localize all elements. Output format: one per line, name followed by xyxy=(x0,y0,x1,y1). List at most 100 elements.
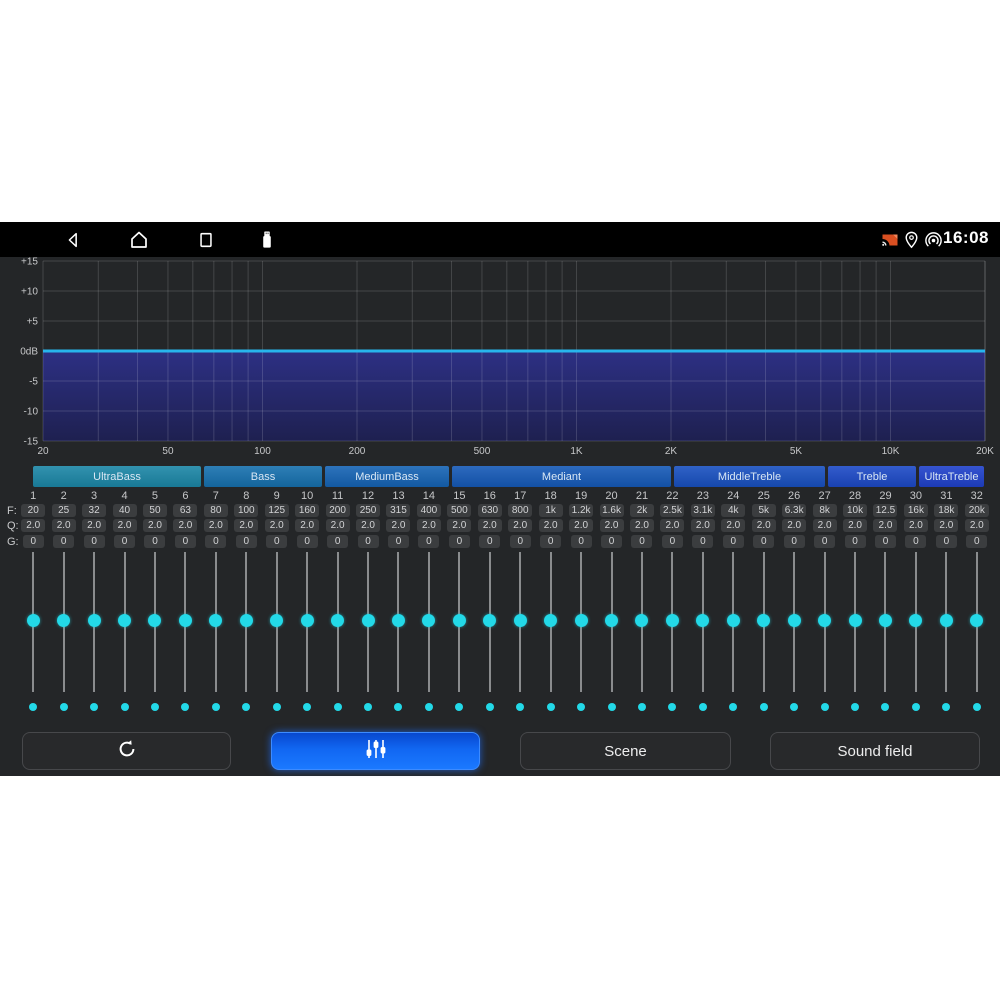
q-value-chip[interactable]: 2.0 xyxy=(965,519,989,532)
gain-value-chip[interactable]: 0 xyxy=(936,535,957,548)
slider-thumb[interactable] xyxy=(301,614,314,627)
q-value-chip[interactable]: 2.0 xyxy=(782,519,806,532)
channel-dot[interactable] xyxy=(608,703,616,711)
channel-dot[interactable] xyxy=(851,703,859,711)
q-value-chip[interactable]: 2.0 xyxy=(691,519,715,532)
gain-value-chip[interactable]: 0 xyxy=(327,535,348,548)
q-value-chip[interactable]: 2.0 xyxy=(904,519,928,532)
band-segment-bass[interactable]: Bass xyxy=(204,466,322,487)
q-value-chip[interactable]: 2.0 xyxy=(447,519,471,532)
channel-dot[interactable] xyxy=(699,703,707,711)
gain-value-chip[interactable]: 0 xyxy=(449,535,470,548)
channel-dot[interactable] xyxy=(90,703,98,711)
q-value-chip[interactable]: 2.0 xyxy=(295,519,319,532)
freq-value-chip[interactable]: 6.3k xyxy=(782,504,806,517)
slider-thumb[interactable] xyxy=(270,614,283,627)
gain-slider[interactable] xyxy=(870,552,900,692)
slider-thumb[interactable] xyxy=(544,614,557,627)
channel-dot[interactable] xyxy=(121,703,129,711)
gain-value-chip[interactable]: 0 xyxy=(297,535,318,548)
gain-slider[interactable] xyxy=(383,552,413,692)
gain-slider[interactable] xyxy=(962,552,992,692)
channel-dot[interactable] xyxy=(912,703,920,711)
gain-slider[interactable] xyxy=(931,552,961,692)
channel-dot[interactable] xyxy=(790,703,798,711)
freq-value-chip[interactable]: 50 xyxy=(143,504,167,517)
gain-value-chip[interactable]: 0 xyxy=(388,535,409,548)
q-value-chip[interactable]: 2.0 xyxy=(934,519,958,532)
freq-value-chip[interactable]: 1.6k xyxy=(600,504,624,517)
gain-slider[interactable] xyxy=(475,552,505,692)
channel-dot[interactable] xyxy=(394,703,402,711)
gain-slider[interactable] xyxy=(627,552,657,692)
gain-value-chip[interactable]: 0 xyxy=(358,535,379,548)
q-value-chip[interactable]: 2.0 xyxy=(234,519,258,532)
slider-thumb[interactable] xyxy=(57,614,70,627)
gain-value-chip[interactable]: 0 xyxy=(205,535,226,548)
gain-value-chip[interactable]: 0 xyxy=(84,535,105,548)
slider-thumb[interactable] xyxy=(575,614,588,627)
q-value-chip[interactable]: 2.0 xyxy=(173,519,197,532)
band-segment-treble[interactable]: Treble xyxy=(828,466,916,487)
slider-thumb[interactable] xyxy=(788,614,801,627)
gain-slider[interactable] xyxy=(322,552,352,692)
q-value-chip[interactable]: 2.0 xyxy=(356,519,380,532)
slider-thumb[interactable] xyxy=(392,614,405,627)
channel-dot[interactable] xyxy=(577,703,585,711)
slider-thumb[interactable] xyxy=(331,614,344,627)
slider-thumb[interactable] xyxy=(727,614,740,627)
freq-value-chip[interactable]: 250 xyxy=(356,504,380,517)
q-value-chip[interactable]: 2.0 xyxy=(569,519,593,532)
gain-value-chip[interactable]: 0 xyxy=(510,535,531,548)
gain-slider[interactable] xyxy=(414,552,444,692)
q-value-chip[interactable]: 2.0 xyxy=(843,519,867,532)
gain-value-chip[interactable]: 0 xyxy=(114,535,135,548)
q-value-chip[interactable]: 2.0 xyxy=(721,519,745,532)
channel-dot[interactable] xyxy=(273,703,281,711)
slider-thumb[interactable] xyxy=(27,614,40,627)
freq-value-chip[interactable]: 80 xyxy=(204,504,228,517)
slider-thumb[interactable] xyxy=(818,614,831,627)
gain-slider[interactable] xyxy=(262,552,292,692)
eq-button[interactable] xyxy=(271,732,480,770)
gain-value-chip[interactable]: 0 xyxy=(784,535,805,548)
freq-value-chip[interactable]: 125 xyxy=(265,504,289,517)
gain-slider[interactable] xyxy=(201,552,231,692)
sound-field-button[interactable]: Sound field xyxy=(770,732,980,770)
q-value-chip[interactable]: 2.0 xyxy=(600,519,624,532)
slider-thumb[interactable] xyxy=(148,614,161,627)
channel-dot[interactable] xyxy=(760,703,768,711)
reset-button[interactable] xyxy=(22,732,231,770)
gain-value-chip[interactable]: 0 xyxy=(845,535,866,548)
freq-value-chip[interactable]: 315 xyxy=(386,504,410,517)
channel-dot[interactable] xyxy=(181,703,189,711)
q-value-chip[interactable]: 2.0 xyxy=(417,519,441,532)
band-segment-mediant[interactable]: Mediant xyxy=(452,466,671,487)
channel-dot[interactable] xyxy=(212,703,220,711)
band-segment-ultratreble[interactable]: UltraTreble xyxy=(919,466,984,487)
gain-slider[interactable] xyxy=(535,552,565,692)
gain-slider[interactable] xyxy=(292,552,322,692)
usb-icon[interactable] xyxy=(256,229,278,251)
freq-value-chip[interactable]: 5k xyxy=(752,504,776,517)
slider-thumb[interactable] xyxy=(453,614,466,627)
q-value-chip[interactable]: 2.0 xyxy=(82,519,106,532)
q-value-chip[interactable]: 2.0 xyxy=(539,519,563,532)
q-value-chip[interactable]: 2.0 xyxy=(204,519,228,532)
channel-dot[interactable] xyxy=(334,703,342,711)
home-icon[interactable] xyxy=(128,229,150,251)
channel-dot[interactable] xyxy=(242,703,250,711)
back-icon[interactable] xyxy=(62,229,84,251)
q-value-chip[interactable]: 2.0 xyxy=(508,519,532,532)
gain-value-chip[interactable]: 0 xyxy=(23,535,44,548)
q-value-chip[interactable]: 2.0 xyxy=(52,519,76,532)
slider-thumb[interactable] xyxy=(88,614,101,627)
q-value-chip[interactable]: 2.0 xyxy=(265,519,289,532)
gain-value-chip[interactable]: 0 xyxy=(236,535,257,548)
freq-value-chip[interactable]: 10k xyxy=(843,504,867,517)
slider-thumb[interactable] xyxy=(483,614,496,627)
gain-slider[interactable] xyxy=(596,552,626,692)
recents-icon[interactable] xyxy=(195,229,217,251)
gain-slider[interactable] xyxy=(505,552,535,692)
freq-value-chip[interactable]: 4k xyxy=(721,504,745,517)
